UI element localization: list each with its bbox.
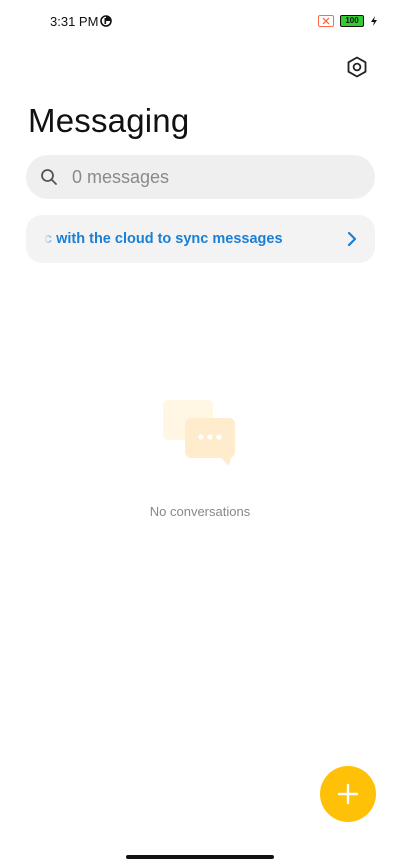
chat-bubbles-icon <box>163 400 235 466</box>
settings-button[interactable] <box>344 54 370 80</box>
new-message-button[interactable] <box>320 766 376 822</box>
data-saver-icon <box>100 15 112 27</box>
search-input[interactable] <box>70 165 334 189</box>
charging-bolt-icon <box>371 16 377 26</box>
search-icon <box>41 169 57 185</box>
search-bar[interactable] <box>26 155 375 199</box>
battery-level: 100 <box>345 16 359 25</box>
status-icons: 100 <box>318 15 378 27</box>
hexagon-gear-icon <box>347 56 367 78</box>
no-sim-icon <box>318 15 334 27</box>
cloud-sync-text: c with the cloud to sync messages <box>44 231 283 247</box>
status-bar: 3:31 PM 100 <box>0 0 400 44</box>
text-fade <box>44 230 58 248</box>
page-title: Messaging <box>28 102 190 139</box>
empty-state-text: No conversations <box>149 504 251 519</box>
home-indicator[interactable] <box>126 855 274 859</box>
chevron-right-icon <box>347 231 357 247</box>
cloud-sync-banner[interactable]: c with the cloud to sync messages <box>26 215 375 263</box>
plus-icon <box>337 783 359 805</box>
cloud-text-container: c with the cloud to sync messages <box>44 230 334 248</box>
status-time: 3:31 PM <box>50 14 99 29</box>
battery-icon: 100 <box>340 15 364 27</box>
